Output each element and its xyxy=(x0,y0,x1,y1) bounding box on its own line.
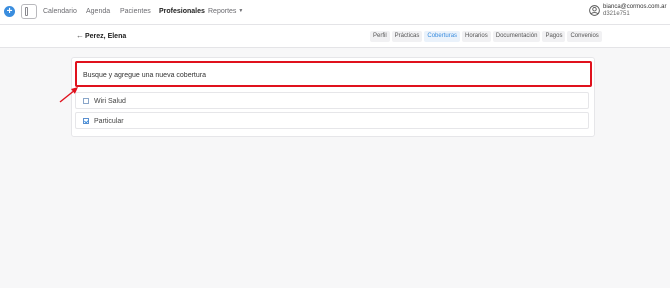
tab-convenios[interactable]: Convenios xyxy=(567,31,602,42)
sidebar-toggle-bar xyxy=(25,7,28,16)
checkbox-unchecked[interactable] xyxy=(83,98,89,104)
nav-item-reportes[interactable]: Reportes ▼ xyxy=(208,7,243,16)
user-circle-icon[interactable] xyxy=(589,5,600,16)
profile-tabs: Perfil Prácticas Coberturas Horarios Doc… xyxy=(370,31,602,42)
nav-item-agenda[interactable]: Agenda xyxy=(86,7,110,16)
coverage-item-wiri-salud[interactable]: Wiri Salud xyxy=(75,92,589,109)
page-title: Perez, Elena xyxy=(85,33,127,40)
coverage-search-box[interactable] xyxy=(75,61,592,87)
top-navbar: + Calendario Agenda Pacientes Profesiona… xyxy=(0,0,670,25)
tab-coberturas[interactable]: Coberturas xyxy=(424,31,461,42)
coverage-item-label: Particular xyxy=(94,118,124,125)
user-email[interactable]: bianca@cormos.com.ar xyxy=(603,4,666,11)
checkbox-checked[interactable] xyxy=(83,118,89,124)
coverage-search-input[interactable] xyxy=(83,70,563,80)
user-id: d321e751 xyxy=(603,11,630,17)
caret-down-icon: ▼ xyxy=(238,8,244,14)
nav-item-profesionales[interactable]: Profesionales xyxy=(159,7,205,16)
tab-perfil[interactable]: Perfil xyxy=(370,31,390,42)
arrow-left-icon[interactable]: ← xyxy=(76,31,84,41)
plus-icon[interactable]: + xyxy=(4,6,15,17)
nav-item-pacientes[interactable]: Pacientes xyxy=(120,7,151,16)
nav-item-reportes-label: Reportes xyxy=(208,8,237,15)
nav-item-calendario[interactable]: Calendario xyxy=(43,7,77,16)
coverage-item-label: Wiri Salud xyxy=(94,98,126,105)
tab-documentacion[interactable]: Documentación xyxy=(492,31,541,42)
tab-practicas[interactable]: Prácticas xyxy=(391,31,423,42)
tab-pagos[interactable]: Pagos xyxy=(542,31,566,42)
tab-horarios[interactable]: Horarios xyxy=(462,31,491,42)
coverage-item-particular[interactable]: Particular xyxy=(75,112,589,129)
sidebar-toggle-icon[interactable] xyxy=(21,4,37,19)
